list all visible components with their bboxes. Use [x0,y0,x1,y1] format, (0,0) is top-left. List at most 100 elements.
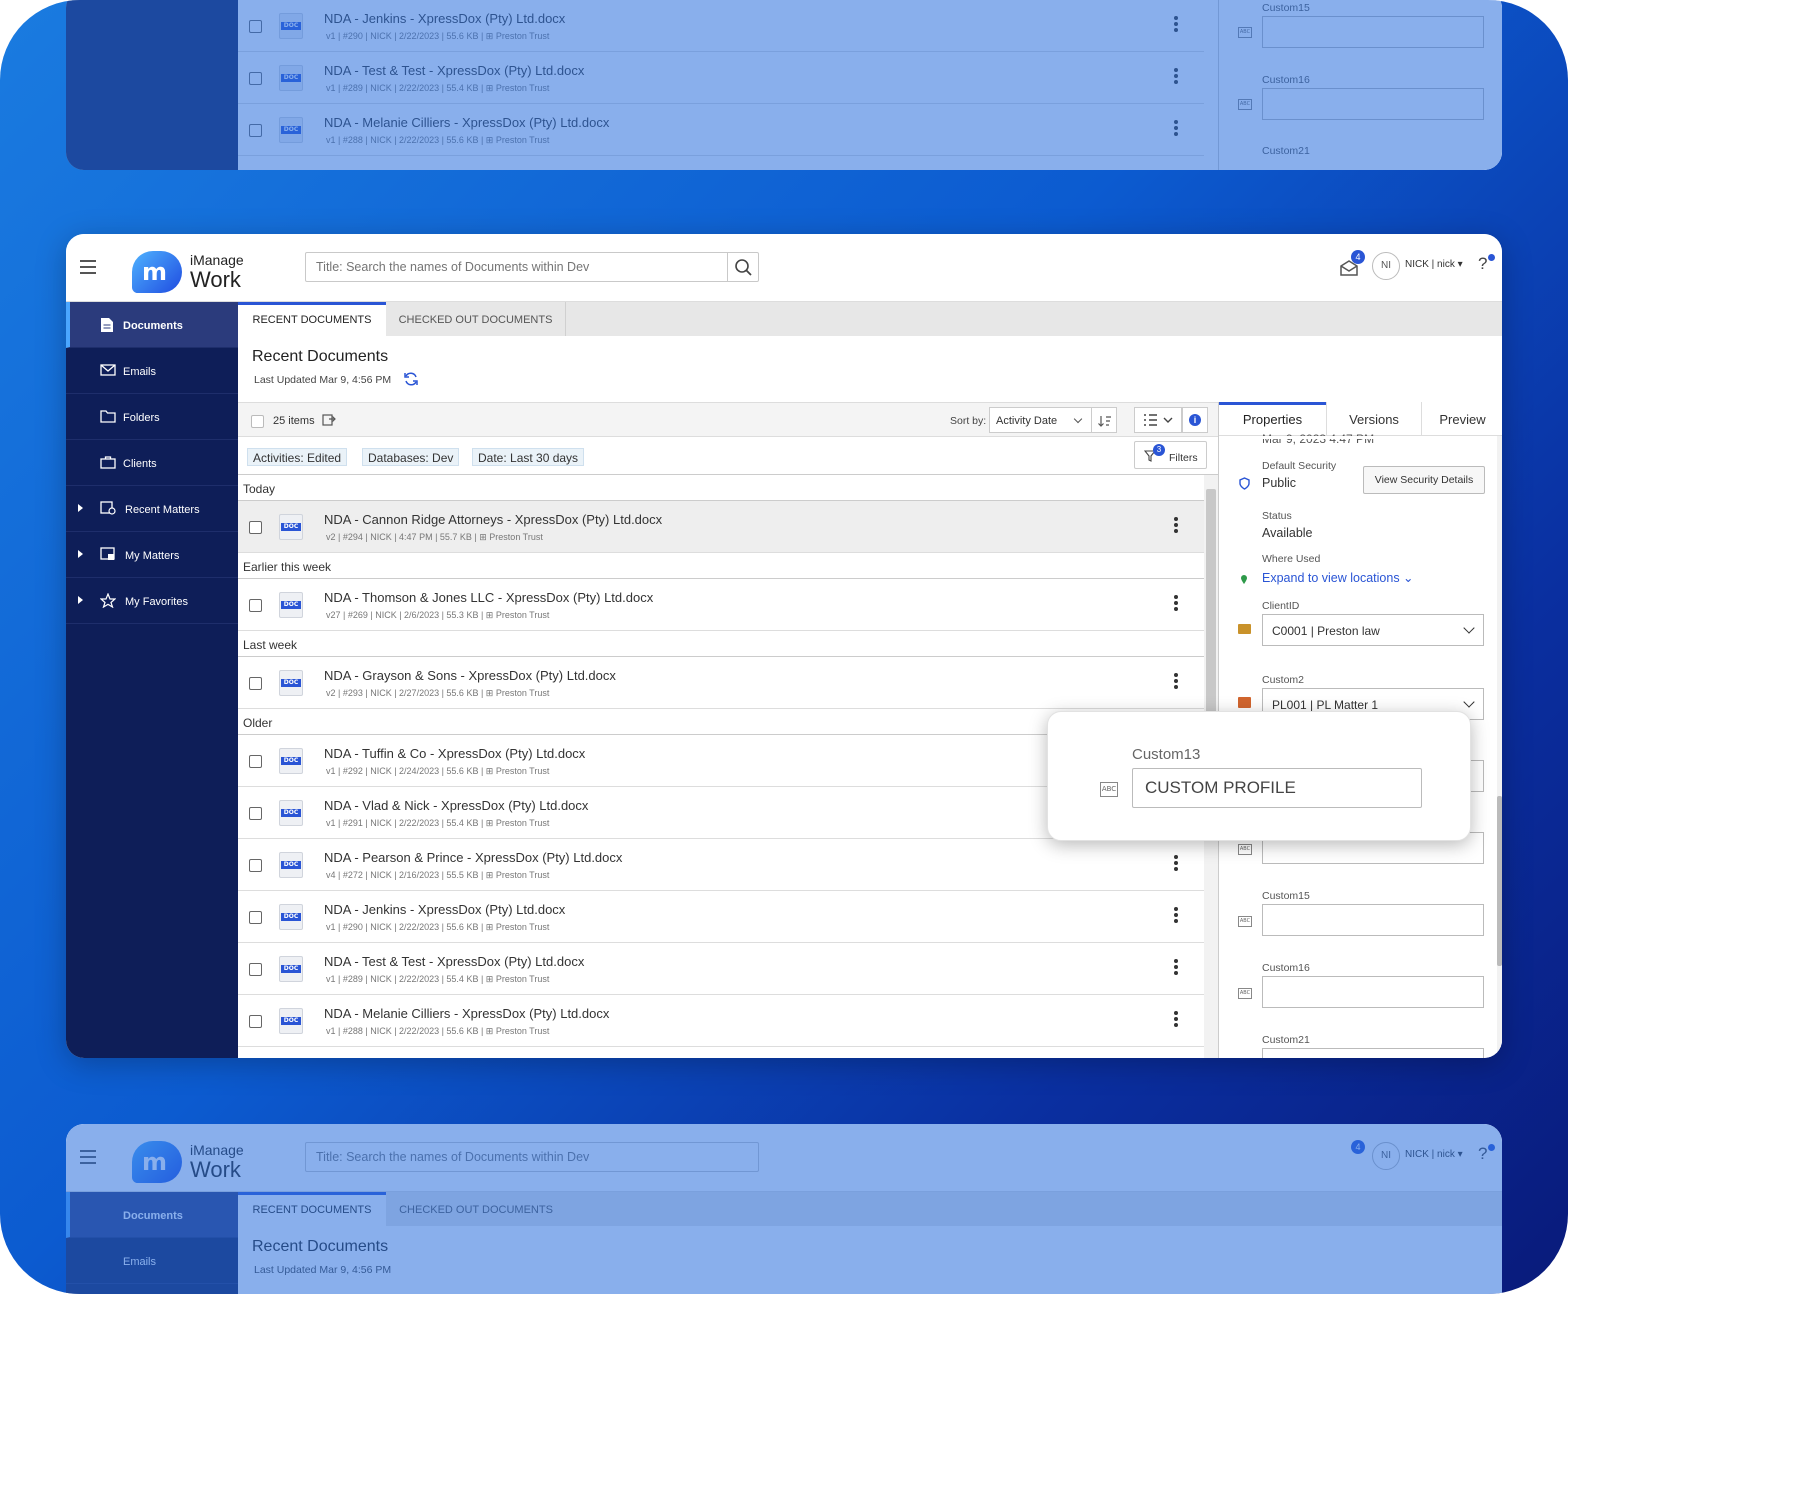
more-options-icon[interactable] [1173,1011,1179,1029]
header-actions: 4 NI NICK | nick ▾ ? [1302,234,1502,302]
help-icon: ? [1478,254,1488,273]
briefcase-icon [1238,624,1251,634]
hamburger-menu-icon[interactable] [80,260,96,274]
row-checkbox[interactable] [249,859,262,872]
filter-chip[interactable]: Activities: Edited [247,448,348,466]
expand-arrow-icon[interactable] [78,550,83,558]
row-checkbox[interactable] [249,1015,262,1028]
table-row[interactable]: DOC NDA - Thomson & Jones LLC - XpressDo… [238,579,1204,631]
tab-recent-documents[interactable]: RECENT DOCUMENTS [238,302,386,336]
row-checkbox[interactable] [249,755,262,768]
row-checkbox[interactable] [249,911,262,924]
client-id-select[interactable]: C0001 | Preston law [1262,614,1484,646]
table-row[interactable]: DOC NDA - Test & Test - XpressDox (Pty) … [238,943,1204,995]
custom15-field[interactable] [1262,904,1484,936]
refresh-icon[interactable] [403,371,419,387]
row-checkbox[interactable] [249,963,262,976]
background: DOC NDA - Jenkins - XpressDox (Pty) Ltd.… [0,0,1568,1294]
status-label: Status [1262,510,1292,522]
help-button[interactable]: ? [1478,254,1495,274]
more-options-icon[interactable] [1173,855,1179,873]
doc-title[interactable]: NDA - Cannon Ridge Attorneys - XpressDox… [324,512,662,527]
doc-title[interactable]: NDA - Tuffin & Co - XpressDox (Pty) Ltd.… [324,746,585,761]
doc-title[interactable]: NDA - Jenkins - XpressDox (Pty) Ltd.docx [324,902,565,917]
sidebar-item-recent-matters[interactable]: Recent Matters [66,486,238,532]
list-item: DOC NDA - Melanie Cilliers - XpressDox (… [238,104,1204,156]
more-options-icon[interactable] [1173,595,1179,613]
ghost-sidebar [66,0,238,170]
search-input[interactable] [306,253,726,281]
custom13-label: Custom13 [1132,746,1201,763]
row-checkbox[interactable] [249,599,262,612]
sort-direction-button[interactable] [1091,407,1117,433]
row-checkbox[interactable] [249,521,262,534]
doc-title[interactable]: NDA - Melanie Cilliers - XpressDox (Pty)… [324,1006,609,1021]
more-options-icon[interactable] [1173,517,1179,535]
table-row[interactable]: DOC NDA - Melanie Cilliers - XpressDox (… [238,995,1204,1047]
table-row[interactable]: DOC NDA - Pearson & Prince - XpressDox (… [238,839,1204,891]
doc-meta: v1 | #288 | NICK | 2/22/2023 | 55.6 KB |… [326,1026,550,1036]
filters-label: Filters [1169,452,1198,464]
page-title: Recent Documents [252,348,389,365]
doc-title[interactable]: NDA - Test & Test - XpressDox (Pty) Ltd.… [324,954,584,969]
doc-title[interactable]: NDA - Pearson & Prince - XpressDox (Pty)… [324,850,622,865]
sidebar-item-my-favorites[interactable]: My Favorites [66,578,238,624]
filter-chip[interactable]: Date: Last 30 days [472,448,585,466]
avatar[interactable]: NI [1372,252,1400,280]
sidebar-item-clients[interactable]: Clients [66,440,238,486]
sidebar-item-my-matters[interactable]: My Matters [66,532,238,578]
doc-title[interactable]: NDA - Thomson & Jones LLC - XpressDox (P… [324,590,653,605]
list-item: DOC NDA - Jenkins - XpressDox (Pty) Ltd.… [238,0,1204,52]
tab-preview[interactable]: Preview [1421,402,1502,436]
row-checkbox[interactable] [249,677,262,690]
tab-versions[interactable]: Versions [1326,402,1421,436]
app-header: m iManage Work 4 NI NICK | nick ▾ ? [66,234,1502,302]
doc-meta: v1 | #291 | NICK | 2/22/2023 | 55.4 KB |… [326,818,550,828]
doc-meta: v1 | #289 | NICK | 2/22/2023 | 55.4 KB |… [326,974,550,984]
doc-meta: v2 | #294 | NICK | 4:47 PM | 55.7 KB | ⊞… [326,532,543,542]
more-options-icon[interactable] [1173,673,1179,691]
tab-properties[interactable]: Properties [1219,402,1326,436]
custom21-field[interactable] [1262,1048,1484,1058]
ghost-window-top: DOC NDA - Jenkins - XpressDox (Pty) Ltd.… [66,0,1502,170]
doc-title[interactable]: NDA - Grayson & Sons - XpressDox (Pty) L… [324,668,616,683]
imanage-logo: m [132,251,182,293]
expand-arrow-icon[interactable] [78,596,83,604]
expand-locations-link[interactable]: Expand to view locations ⌄ [1262,570,1414,585]
info-button[interactable]: i [1182,407,1208,433]
filters-button[interactable]: 3 Filters [1134,441,1207,469]
custom16-field[interactable] [1262,976,1484,1008]
more-options-icon[interactable] [1173,907,1179,925]
panel-scrollbar[interactable] [1497,436,1502,1058]
ghost-list: DOC NDA - Jenkins - XpressDox (Pty) Ltd.… [238,0,1218,170]
briefcase-icon [100,455,116,469]
sidebar-item-documents[interactable]: Documents [66,302,238,348]
list-toolbar: 25 items Sort by: Activity Date i [238,403,1218,437]
page-header: Recent Documents Last Updated Mar 9, 4:5… [238,336,1502,402]
table-row[interactable]: DOC NDA - Grayson & Sons - XpressDox (Pt… [238,657,1204,709]
user-menu[interactable]: NICK | nick ▾ [1405,259,1463,270]
chevron-down-icon [1073,414,1083,424]
table-row[interactable]: DOC NDA - Cannon Ridge Attorneys - Xpres… [238,501,1204,553]
search-button[interactable] [727,253,758,281]
doc-file-icon: DOC [279,800,303,826]
sidebar-item-emails[interactable]: Emails [66,348,238,394]
notifications-button[interactable]: 4 [1338,250,1365,278]
row-checkbox[interactable] [249,807,262,820]
export-icon[interactable] [322,413,336,431]
view-mode-select[interactable] [1134,407,1182,433]
more-options-icon[interactable] [1173,959,1179,977]
custom13-input[interactable] [1132,768,1422,808]
client-id-value: C0001 | Preston law [1272,624,1380,638]
select-all-checkbox[interactable] [251,415,264,428]
view-security-details-button[interactable]: View Security Details [1363,466,1485,494]
doc-title[interactable]: NDA - Vlad & Nick - XpressDox (Pty) Ltd.… [324,798,588,813]
sidebar-item-folders[interactable]: Folders [66,394,238,440]
group-header: Today [238,475,1204,501]
filter-chip[interactable]: Databases: Dev [362,448,460,466]
expand-arrow-icon[interactable] [78,504,83,512]
tab-checked-out-documents[interactable]: CHECKED OUT DOCUMENTS [386,302,566,336]
custom15-label: Custom15 [1262,890,1310,902]
ghost-panel: Custom15 ABC Custom16 ABC Custom21 [1218,0,1502,170]
table-row[interactable]: DOC NDA - Jenkins - XpressDox (Pty) Ltd.… [238,891,1204,943]
